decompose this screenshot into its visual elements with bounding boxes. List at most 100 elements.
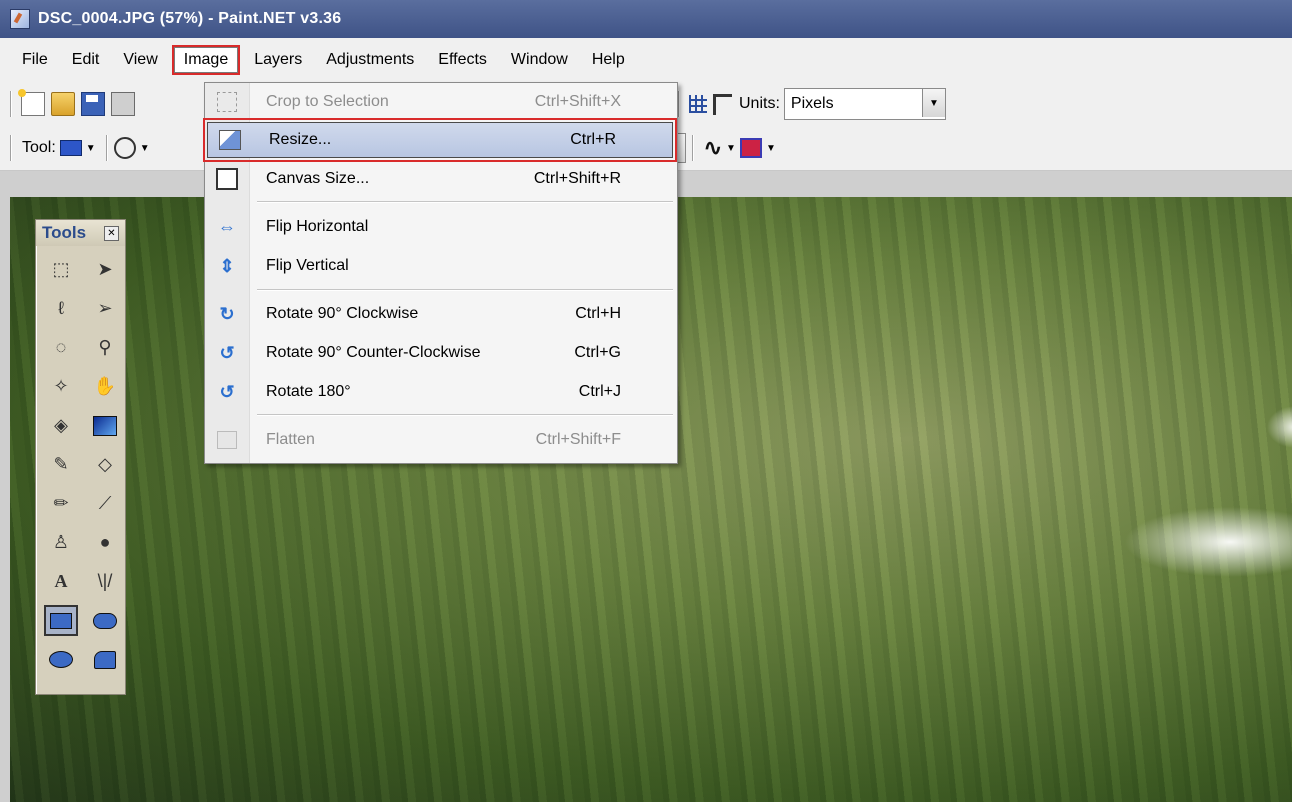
- menu-item-crop-to-selection[interactable]: Crop to Selection Ctrl+Shift+X: [205, 84, 677, 120]
- ruler-icon[interactable]: [713, 93, 732, 115]
- title-bar: DSC_0004.JPG (57%) - Paint.NET v3.36: [0, 0, 1292, 38]
- paintbrush-icon[interactable]: ✎: [44, 449, 78, 480]
- line-curve-icon[interactable]: \|/: [88, 566, 122, 597]
- zoom-icon[interactable]: ⚲: [88, 332, 122, 363]
- menu-edit[interactable]: Edit: [62, 47, 110, 73]
- window-title: DSC_0004.JPG (57%) - Paint.NET v3.36: [38, 10, 342, 27]
- toolbar-separator: [10, 135, 12, 161]
- new-file-icon[interactable]: [18, 89, 45, 116]
- resize-icon: [218, 128, 242, 152]
- tool-label: Tool:: [22, 139, 56, 156]
- menu-item-label: Flip Vertical: [266, 257, 349, 274]
- toolbar-separator: [10, 91, 12, 117]
- menu-bar: File Edit View Image Layers Adjustments …: [0, 38, 1292, 82]
- color-picker-icon[interactable]: ⟋: [88, 488, 122, 519]
- menu-item-label: Resize...: [269, 131, 332, 148]
- menu-item-label: Rotate 90° Counter-Clockwise: [266, 344, 481, 361]
- menu-item-canvas-size[interactable]: Canvas Size... Ctrl+Shift+R: [205, 161, 677, 197]
- menu-item-label: Canvas Size...: [266, 170, 370, 187]
- units-value: Pixels: [790, 95, 834, 112]
- menu-effects[interactable]: Effects: [428, 47, 497, 73]
- flatten-icon: [215, 428, 239, 452]
- antialiasing-icon[interactable]: ∿: [704, 135, 722, 161]
- menu-window[interactable]: Window: [501, 47, 578, 73]
- toolbar-separator: [691, 135, 694, 161]
- paint-bucket-icon[interactable]: ◈: [44, 410, 78, 441]
- menu-view[interactable]: View: [113, 47, 167, 73]
- text-icon[interactable]: A: [44, 566, 78, 597]
- ellipse-icon[interactable]: [44, 644, 78, 675]
- units-dropdown[interactable]: Pixels ▼: [783, 88, 946, 120]
- chevron-down-icon[interactable]: ▼: [921, 89, 945, 117]
- menu-item-label: Crop to Selection: [266, 93, 389, 110]
- canvas-size-icon: [215, 167, 239, 191]
- tools-window-title: Tools: [42, 223, 87, 242]
- pan-icon[interactable]: ✋: [88, 371, 122, 402]
- menu-item-label: Flatten: [266, 431, 315, 448]
- ellipse-select-icon[interactable]: ◌: [44, 332, 78, 363]
- tools-window[interactable]: Tools ✕ ⬚ ➤ ℓ ➢ ◌ ⚲ ✧ ✋ ◈ ✎ ◇ ✏ ⟋ ♙ ● A …: [35, 219, 126, 695]
- menu-item-resize[interactable]: Resize... Ctrl+R: [203, 118, 677, 162]
- menu-item-shortcut: Ctrl+R: [570, 131, 616, 148]
- chevron-down-icon[interactable]: ▼: [86, 143, 96, 154]
- move-selection-icon[interactable]: ➤: [88, 254, 122, 285]
- save-file-icon[interactable]: [81, 92, 105, 116]
- menu-item-label: Rotate 90° Clockwise: [266, 305, 419, 322]
- crop-icon: [215, 90, 239, 114]
- chevron-down-icon[interactable]: ▼: [726, 143, 736, 154]
- menu-item-flip-horizontal[interactable]: ⇔ Flip Horizontal: [205, 209, 677, 245]
- rounded-rectangle-icon[interactable]: [88, 605, 122, 636]
- image-dropdown-menu: Crop to Selection Ctrl+Shift+X Resize...…: [203, 82, 678, 464]
- clone-stamp-icon[interactable]: ♙: [44, 527, 78, 558]
- toolbar-separator: [105, 135, 108, 161]
- menu-item-label: Rotate 180°: [266, 383, 351, 400]
- gradient-icon[interactable]: [88, 410, 122, 441]
- open-file-icon[interactable]: [51, 92, 75, 116]
- rotate-clockwise-icon: ↻: [219, 303, 235, 324]
- current-tool-icon[interactable]: [59, 140, 82, 156]
- magic-wand-icon[interactable]: ✧: [44, 371, 78, 402]
- shape-type-icon[interactable]: [113, 137, 136, 159]
- blend-mode-icon[interactable]: [739, 138, 762, 158]
- lasso-select-icon[interactable]: ℓ: [44, 293, 78, 324]
- chevron-down-icon[interactable]: ▼: [140, 143, 150, 154]
- menu-item-rotate-clockwise[interactable]: ↻ Rotate 90° Clockwise Ctrl+H: [205, 296, 677, 332]
- toolbar-separator: [678, 91, 680, 117]
- menu-separator: [257, 201, 673, 203]
- recolor-icon[interactable]: ●: [88, 527, 122, 558]
- menu-item-rotate-180[interactable]: ↺ Rotate 180° Ctrl+J: [205, 374, 677, 410]
- close-icon[interactable]: ✕: [104, 225, 119, 241]
- menu-item-flip-vertical[interactable]: ⇕ Flip Vertical: [205, 248, 677, 284]
- tools-window-header[interactable]: Tools ✕: [36, 220, 125, 246]
- menu-file[interactable]: File: [12, 47, 58, 73]
- eraser-icon[interactable]: ◇: [88, 449, 122, 480]
- menu-item-shortcut: Ctrl+G: [574, 344, 621, 361]
- flip-vertical-icon: ⇕: [219, 255, 235, 276]
- units-label: Units:: [739, 95, 780, 112]
- flip-horizontal-icon: ⇔: [218, 216, 236, 237]
- menu-item-shortcut: Ctrl+Shift+X: [534, 93, 621, 110]
- grid-icon[interactable]: [689, 95, 707, 113]
- menu-adjustments[interactable]: Adjustments: [316, 47, 424, 73]
- chevron-down-icon[interactable]: ▼: [766, 143, 776, 154]
- move-selected-icon[interactable]: ➢: [88, 293, 122, 324]
- menu-item-shortcut: Ctrl+Shift+R: [533, 170, 621, 187]
- rectangle-icon[interactable]: [44, 605, 78, 636]
- print-icon[interactable]: [111, 92, 135, 116]
- rotate-counter-clockwise-icon: ↺: [219, 342, 235, 363]
- menu-layers[interactable]: Layers: [244, 47, 312, 73]
- menu-separator: [257, 414, 673, 416]
- menu-item-rotate-counter-clockwise[interactable]: ↺ Rotate 90° Counter-Clockwise Ctrl+G: [205, 335, 677, 371]
- pencil-icon[interactable]: ✏: [44, 488, 78, 519]
- menu-image[interactable]: Image: [171, 45, 241, 75]
- menu-separator: [257, 289, 673, 291]
- menu-help[interactable]: Help: [582, 47, 635, 73]
- rotate-180-icon: ↺: [219, 381, 235, 402]
- tools-grid: ⬚ ➤ ℓ ➢ ◌ ⚲ ✧ ✋ ◈ ✎ ◇ ✏ ⟋ ♙ ● A \|/: [36, 246, 125, 683]
- menu-item-shortcut: Ctrl+H: [575, 305, 621, 322]
- paintnet-app-icon[interactable]: [10, 9, 30, 29]
- menu-item-shortcut: Ctrl+Shift+F: [535, 431, 621, 448]
- rectangle-select-icon[interactable]: ⬚: [44, 254, 78, 285]
- menu-item-flatten[interactable]: Flatten Ctrl+Shift+F: [205, 422, 677, 458]
- freeform-shape-icon[interactable]: [88, 644, 122, 675]
